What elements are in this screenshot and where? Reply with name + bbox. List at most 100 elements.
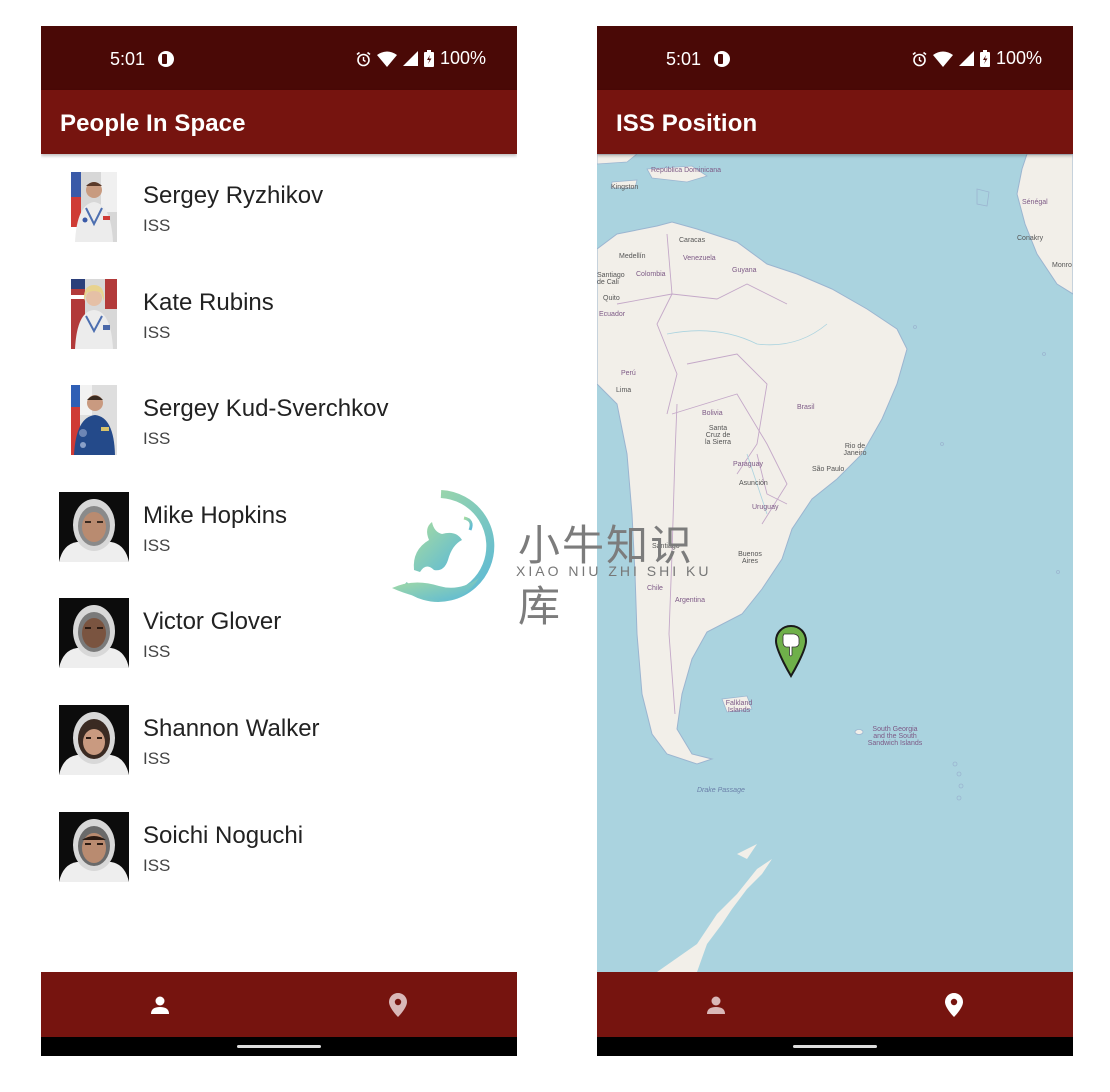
map-label: Buenos Aires: [738, 551, 762, 565]
map-label: Uruguay: [752, 504, 779, 511]
signal-icon: [958, 51, 974, 66]
wifi-icon: [376, 51, 397, 67]
list-item[interactable]: Victor Glover ISS: [41, 580, 517, 687]
map-label: Rio de Janeiro: [843, 443, 867, 457]
map-land-south-georgia: [854, 729, 864, 735]
person-name: Soichi Noguchi: [143, 821, 304, 849]
app-bar: ISS Position: [597, 90, 1073, 154]
person-craft: ISS: [143, 748, 171, 768]
map-label: Colombia: [636, 271, 666, 278]
map-land-south-america: [597, 221, 908, 765]
map-label: Paraguay: [733, 461, 763, 468]
list-item[interactable]: Sergey Ryzhikov ISS: [41, 154, 517, 261]
bottom-navigation: [597, 972, 1073, 1037]
list-item[interactable]: Sergey Kud-Sverchkov ISS: [41, 367, 517, 474]
location-pin-icon: [945, 992, 963, 1017]
status-icons: 100%: [912, 48, 1042, 69]
person-craft: ISS: [143, 535, 171, 555]
map-label: Conakry: [1017, 235, 1044, 242]
map-view[interactable]: República Dominicana Kingston Caracas Me…: [597, 154, 1073, 972]
person-craft: ISS: [143, 322, 171, 342]
map-land-south-sandwich: [952, 761, 964, 801]
map-land-cuba: [597, 154, 638, 165]
map-label: Medellín: [619, 253, 646, 260]
nav-iss-position-tab[interactable]: [279, 972, 517, 1037]
astronaut-photo: [71, 278, 117, 349]
astronaut-photo: [71, 172, 117, 242]
alarm-icon: [356, 51, 371, 66]
iss-location-marker[interactable]: [774, 624, 808, 678]
map-label: Santa Cruz de la Sierra: [704, 425, 732, 446]
map-label: Quito: [603, 295, 620, 302]
astronaut-photo: [59, 704, 129, 775]
map-label: República Dominicana: [651, 167, 722, 174]
bottom-navigation: [41, 972, 517, 1037]
nav-people-tab[interactable]: [597, 972, 835, 1037]
status-time: 5:01: [110, 49, 146, 69]
astronaut-photo: [59, 811, 129, 882]
person-name: Kate Rubins: [143, 288, 274, 316]
home-handle[interactable]: [793, 1045, 877, 1048]
status-icons: 100%: [356, 48, 486, 69]
map-label: Falkland Islands: [725, 700, 753, 714]
status-time: 5:01: [666, 49, 702, 69]
map-atlantic-islands: [913, 325, 1060, 574]
map-label: Argentina: [675, 597, 705, 604]
person-craft: ISS: [143, 429, 171, 449]
map-label: Bolivia: [702, 410, 723, 417]
person-name: Victor Glover: [143, 608, 282, 636]
map-label: Ecuador: [599, 311, 626, 318]
battery-charging-icon: [423, 50, 434, 67]
status-bar: 5:01 100%: [597, 26, 1073, 90]
map-label: Asunción: [739, 480, 768, 487]
map-label: Chile: [647, 585, 663, 592]
battery-percent: 100%: [439, 48, 486, 68]
person-craft: ISS: [143, 642, 171, 662]
page-title: ISS Position: [616, 110, 758, 137]
person-name: Sergey Kud-Sverchkov: [143, 395, 389, 423]
map-tiles: [597, 154, 1073, 972]
app-bar: People In Space: [41, 90, 517, 154]
list-item[interactable]: Shannon Walker ISS: [41, 687, 517, 794]
nav-iss-position-tab[interactable]: [835, 972, 1073, 1037]
person-name: Sergey Ryzhikov: [143, 182, 324, 209]
map-label: Santiago de Cali: [597, 272, 625, 286]
alarm-icon: [912, 51, 927, 66]
map-label: Kingston: [611, 184, 639, 191]
status-bar: 5:01 100%: [41, 26, 517, 90]
map-label: São Paulo: [812, 466, 845, 473]
gesture-bar: [41, 1037, 517, 1056]
map-label: South Georgia and the South Sandwich Isl…: [867, 726, 923, 747]
app-notification-icon: [714, 51, 730, 67]
map-label: Sénégal: [1022, 199, 1048, 206]
astronaut-photo: [71, 385, 117, 456]
person-icon: [151, 996, 169, 1014]
person-craft: ISS: [143, 216, 171, 235]
map-land-cape-verde: [976, 188, 990, 207]
home-handle[interactable]: [237, 1045, 321, 1048]
person-craft: ISS: [143, 855, 171, 875]
people-list: Sergey Ryzhikov ISS Kate Rubins ISS Serg…: [41, 154, 517, 972]
battery-charging-icon: [979, 50, 990, 67]
iss-position-screen: 5:01 100% ISS Position República Dominic…: [597, 26, 1073, 1056]
map-label: Brasil: [797, 404, 815, 411]
nav-people-tab[interactable]: [41, 972, 279, 1037]
map-label: Lima: [616, 387, 632, 394]
wifi-icon: [932, 51, 953, 67]
pointing-hand-marker-icon: [774, 624, 808, 678]
astronaut-photo: [59, 598, 129, 669]
gesture-bar: [597, 1037, 1073, 1056]
list-item[interactable]: Mike Hopkins ISS: [41, 474, 517, 581]
map-label: Guyana: [732, 267, 757, 274]
page-title: People In Space: [60, 110, 246, 137]
person-name: Shannon Walker: [143, 714, 320, 742]
astronaut-photo: [59, 491, 129, 562]
list-item[interactable]: Kate Rubins ISS: [41, 261, 517, 368]
app-notification-icon: [158, 51, 174, 67]
map-label: Venezuela: [683, 255, 716, 262]
map-label: Caracas: [679, 237, 706, 244]
list-item[interactable]: Soichi Noguchi ISS: [41, 794, 517, 901]
map-land-africa: [1016, 154, 1073, 295]
location-pin-icon: [389, 992, 407, 1017]
map-label: Santiago: [652, 543, 680, 550]
